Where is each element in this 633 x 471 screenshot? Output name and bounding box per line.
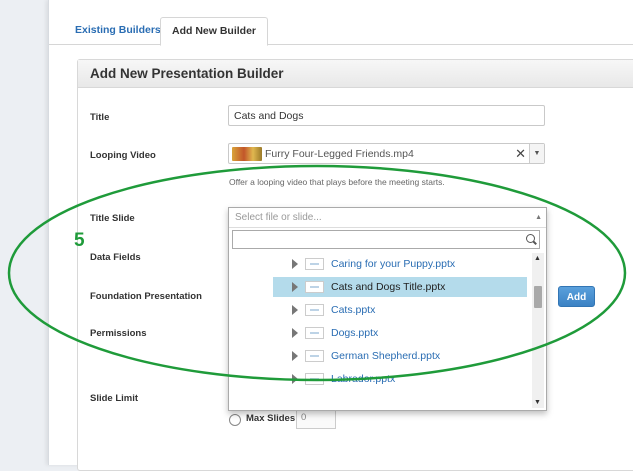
step-number-annotation: 5 [74, 230, 85, 251]
highlight-ellipse [7, 164, 627, 382]
annotation-ellipse [7, 164, 627, 382]
